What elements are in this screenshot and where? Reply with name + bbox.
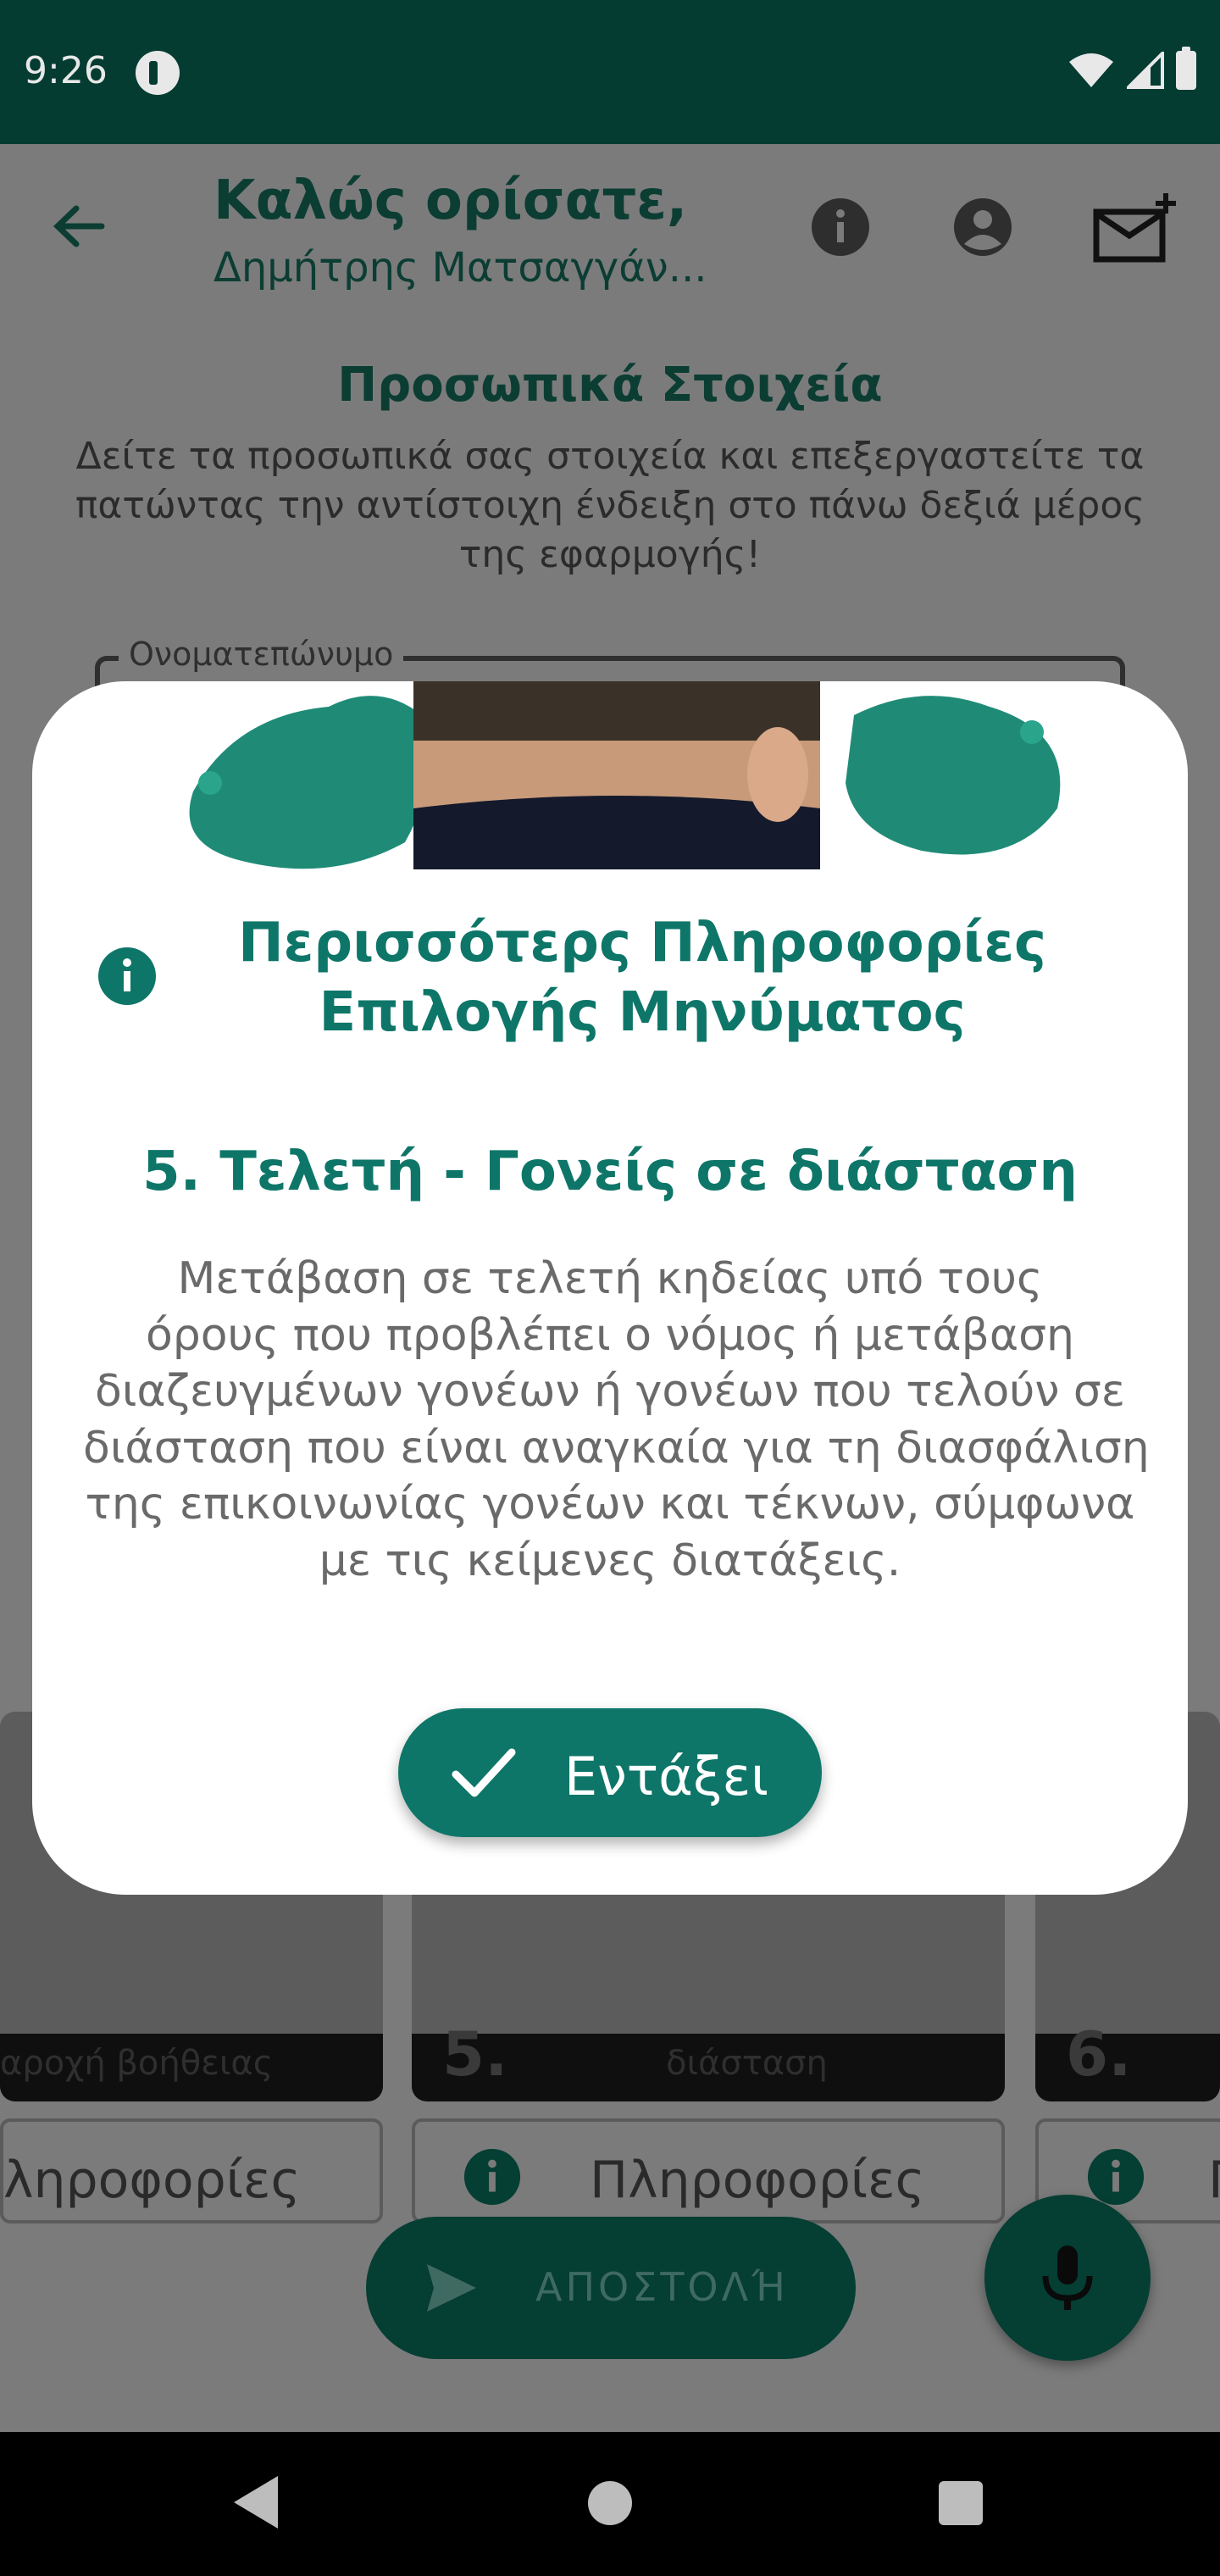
nav-back-icon[interactable]	[230, 2474, 281, 2530]
nav-recent-apps-icon[interactable]	[939, 2481, 983, 2525]
accept-button[interactable]: Εντάξει	[398, 1708, 822, 1837]
user-name: Δημήτρης Ματσαγγάν...	[214, 244, 707, 291]
back-arrow-icon[interactable]	[49, 197, 108, 256]
info-icon[interactable]	[810, 197, 871, 258]
mail-plus-icon[interactable]	[1093, 192, 1178, 268]
description-line: πατώντας την αντίστοιχη ένδειξη στο πάνω…	[75, 484, 1145, 527]
card-caption: αροχή βοήθειας	[0, 2044, 274, 2083]
check-icon	[452, 1748, 516, 1797]
card-caption: διάσταση	[666, 2044, 828, 2083]
dialog-body: Μετάβαση σε τελετή κηδείας υπό τους όρου…	[83, 1251, 1150, 1589]
info-icon	[98, 947, 156, 1005]
signal-icon	[1127, 52, 1164, 89]
dialog-body-line: με τις κείμενες διατάξεις.	[319, 1535, 901, 1586]
dialog-body-line: διάσταση που είναι αναγκαία για τη διασφ…	[83, 1422, 1150, 1474]
card-number: 6.	[1066, 2018, 1132, 2090]
accept-label: Εντάξει	[564, 1746, 769, 1807]
mic-icon	[1042, 2246, 1093, 2310]
card-info-button[interactable]: ληροφορίες	[0, 2118, 383, 2223]
status-time: 9:26	[24, 49, 108, 92]
app-notification-icon	[136, 51, 180, 95]
wifi-icon	[1069, 53, 1113, 87]
banner-image	[159, 681, 1083, 869]
mic-button[interactable]	[984, 2195, 1151, 2361]
send-button[interactable]: ΑΠΟΣΤΟΛΉ	[366, 2217, 856, 2359]
battery-icon	[1176, 47, 1196, 90]
card-info-label: Πληροφορίες	[590, 2151, 925, 2210]
account-icon[interactable]	[952, 197, 1013, 258]
fullname-label: Ονοματεπώνυμο	[119, 636, 404, 673]
navigation-bar	[0, 2432, 1220, 2576]
dialog-title-line: Περισσότερς Πληροφορίες	[238, 912, 1046, 974]
welcome-title: Καλώς ορίσατε,	[214, 169, 688, 232]
dialog-body-line: Μετάβαση σε τελετή κηδείας υπό τους	[177, 1253, 1043, 1304]
description-line: της εφαρμογής!	[458, 533, 762, 576]
dialog-body-line: της επικοινωνίας γονέων και τέκνων, σύμφ…	[85, 1479, 1135, 1530]
dialog-body-line: διαζευγμένων γονέων ή γονέων που τελούν …	[95, 1366, 1125, 1417]
card-number: 5.	[442, 2018, 508, 2090]
dialog-body-line: όρους που προβλέπει ο νόμος ή μετάβαση	[145, 1309, 1075, 1361]
card-info-label: ληροφορίες	[3, 2151, 301, 2210]
status-bar: 9:26	[0, 0, 1220, 144]
dialog-subtitle: 5. Τελετή - Γονείς σε διάσταση	[142, 1141, 1078, 1203]
section-description: Δείτε τα προσωπικά σας στοιχεία και επεξ…	[51, 432, 1169, 580]
dialog-title-line: Επιλογής Μηνύματος	[319, 981, 966, 1044]
info-dialog: Περισσότερς Πληροφορίες Επιλογής Μηνύματ…	[32, 681, 1188, 1895]
dialog-title: Περισσότερς Πληροφορίες Επιλογής Μηνύματ…	[193, 908, 1091, 1047]
description-line: Δείτε τα προσωπικά σας στοιχεία και επεξ…	[75, 435, 1145, 478]
card-info-button[interactable]: Πληροφορίες	[412, 2118, 1005, 2223]
section-title: Προσωπικά Στοιχεία	[337, 358, 883, 413]
info-icon	[1087, 2148, 1145, 2206]
status-indicators	[1068, 47, 1196, 90]
card-info-label: Π	[1208, 2151, 1220, 2210]
send-icon	[427, 2264, 476, 2312]
info-icon	[463, 2148, 521, 2206]
nav-home-icon[interactable]	[588, 2481, 632, 2525]
send-label: ΑΠΟΣΤΟΛΉ	[535, 2264, 790, 2310]
